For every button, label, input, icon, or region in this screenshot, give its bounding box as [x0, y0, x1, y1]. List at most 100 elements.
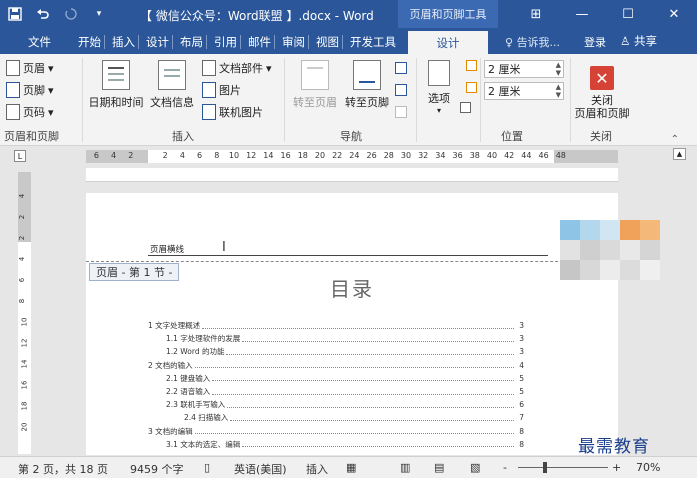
ruler-tick-label: 26 — [366, 151, 377, 160]
insert-alignment-tab-icon[interactable] — [460, 102, 471, 113]
read-mode-icon[interactable]: ▥ — [400, 461, 410, 474]
vertical-scrollbar[interactable]: ▲ — [672, 146, 687, 456]
minimize-button[interactable]: — — [559, 0, 605, 28]
web-layout-icon[interactable]: ▧ — [470, 461, 480, 474]
zoom-slider[interactable] — [518, 467, 608, 468]
scroll-up-arrow-icon[interactable]: ▲ — [673, 148, 686, 160]
close-header-footer-icon[interactable]: ✕ — [590, 66, 614, 90]
page-number-label: 页码 — [23, 106, 45, 119]
header-text[interactable]: 页眉横线 — [150, 243, 184, 255]
toc-leader-dots — [226, 349, 514, 355]
tab-file[interactable]: 文件 — [28, 32, 51, 52]
header-distance-input[interactable]: 2 厘米 ▲ ▼ — [484, 60, 564, 78]
doc-info-button[interactable]: 文档信息 — [148, 60, 196, 110]
tab-developer[interactable]: 开发工具 — [350, 32, 396, 52]
ruler-tick-label: 4 — [179, 151, 185, 160]
toc-entry[interactable]: 1.2 Word 的功能 3 — [148, 345, 524, 358]
toc-entry[interactable]: 2.2 语音输入 5 — [148, 385, 524, 398]
spin-arrows-icon[interactable]: ▲ ▼ — [556, 61, 561, 77]
toc-entry[interactable]: 1.1 字处理软件的发展 3 — [148, 332, 524, 345]
quick-parts-icon — [202, 60, 216, 76]
tab-hf-design[interactable]: 设计 — [408, 31, 488, 54]
date-time-button[interactable]: 日期和时间 — [86, 60, 146, 110]
goto-header-button[interactable]: 转至页眉 — [290, 60, 340, 110]
tab-selector-icon[interactable]: L — [14, 150, 26, 162]
print-layout-icon[interactable]: ▤ — [434, 461, 444, 474]
toc-entry-text: 1 文字处理概述 — [148, 321, 201, 331]
picture-icon — [202, 82, 216, 98]
toc-entry-text: 2.2 语音输入 — [166, 387, 211, 397]
toc-page-number: 4 — [519, 360, 524, 370]
online-pictures-button[interactable]: 联机图片 — [202, 104, 263, 120]
customize-qat-icon[interactable]: ▾ — [90, 5, 108, 23]
undo-icon[interactable] — [34, 5, 52, 23]
quick-parts-button[interactable]: 文档部件 ▾ — [202, 60, 272, 76]
link-to-previous-icon[interactable] — [395, 106, 407, 118]
language-indicator[interactable]: 英语(美国) — [234, 461, 287, 477]
group-divider — [480, 58, 481, 142]
next-section-icon[interactable] — [395, 84, 407, 96]
document-page[interactable]: 页眉横线 I 页眉 - 第 1 节 - 目录 1 文字处理概述 3 1.1 字处理软… — [86, 193, 618, 455]
toc-entry[interactable]: 3.1 文本的选定、编辑 8 — [148, 438, 524, 451]
ruler-tick-label: 36 — [452, 151, 463, 160]
vertical-ruler[interactable]: 4 2 2 4 6 8 10 12 14 16 18 20 — [18, 172, 31, 454]
toc-entry[interactable]: 2.4 扫描输入 7 — [148, 411, 524, 424]
toc-entry[interactable]: 2.1 键盘输入 5 — [148, 372, 524, 385]
toc-entry[interactable]: 2.3 联机手写输入 6 — [148, 398, 524, 411]
group-label-header-footer: 页眉和页脚 — [4, 130, 59, 143]
ruler-tick-label: 12 — [246, 151, 257, 160]
goto-footer-label: 转至页脚 — [345, 96, 389, 109]
tab-review[interactable]: 审阅 — [282, 32, 309, 52]
toc-page-number: 7 — [519, 413, 524, 423]
tab-references[interactable]: 引用 — [214, 32, 241, 52]
goto-header-icon — [301, 60, 329, 90]
redo-icon[interactable] — [62, 5, 80, 23]
ribbon-display-options-icon[interactable]: ⊞ — [513, 0, 559, 28]
word-count[interactable]: 9459 个字 — [130, 461, 184, 477]
login-link[interactable]: 登录 — [584, 34, 606, 50]
proofing-icon[interactable]: ▯ — [204, 461, 210, 474]
previous-section-icon[interactable] — [395, 62, 407, 74]
vruler-tick-label: 14 — [20, 359, 29, 369]
toc-page-number: 5 — [519, 387, 524, 397]
tab-view[interactable]: 视图 — [316, 32, 343, 52]
header-dropdown[interactable]: 页眉 ▾ — [6, 60, 54, 76]
close-window-button[interactable]: ✕ — [651, 0, 697, 28]
goto-footer-button[interactable]: 转至页脚 — [342, 60, 392, 110]
share-button[interactable]: ♙ 共享 — [620, 33, 657, 49]
toc-leader-dots — [242, 336, 514, 342]
tab-mailings[interactable]: 邮件 — [248, 32, 275, 52]
toc-leader-dots — [242, 441, 514, 448]
horizontal-ruler[interactable]: 6 4 2 2 4 6 8 10 12 14 16 18 20 22 24 26 28 30 32 34 36 38 40 4… — [86, 150, 618, 163]
footer-dropdown[interactable]: 页脚 ▾ — [6, 82, 54, 98]
spin-arrows-icon[interactable]: ▲ ▼ — [556, 83, 561, 99]
tab-layout[interactable]: 布局 — [180, 32, 207, 52]
pictures-button[interactable]: 图片 — [202, 82, 241, 98]
zoom-in-button[interactable]: + — [612, 461, 621, 474]
toc-entry[interactable]: 1 文字处理概述 3 — [148, 319, 524, 332]
toc-page-number: 3 — [519, 334, 524, 344]
insert-mode[interactable]: 插入 — [306, 461, 328, 477]
toc-entry[interactable]: 2 文档的输入 4 — [148, 359, 524, 372]
maximize-button[interactable]: ☐ — [605, 0, 651, 28]
zoom-out-button[interactable]: - — [503, 461, 507, 474]
footer-label: 页脚 — [23, 84, 45, 97]
zoom-level[interactable]: 70% — [636, 461, 660, 474]
group-divider — [284, 58, 285, 142]
calendar-icon — [102, 60, 130, 90]
toc-entry-text: 2.1 键盘输入 — [166, 373, 211, 383]
toc-entry[interactable]: 3 文档的编辑 8 — [148, 425, 524, 438]
macro-record-icon[interactable]: ▦ — [346, 461, 356, 474]
page-number-dropdown[interactable]: 页码 ▾ — [6, 104, 54, 120]
tab-home[interactable]: 开始 — [78, 32, 105, 52]
tab-design[interactable]: 设计 — [146, 32, 173, 52]
close-header-footer-button[interactable]: 关闭 页眉和页脚 — [570, 94, 634, 120]
page-count[interactable]: 第 2 页，共 18 页 — [18, 461, 108, 477]
save-icon[interactable] — [6, 5, 24, 23]
tell-me-search[interactable]: ♀ 告诉我... — [505, 34, 560, 50]
collapse-ribbon-icon[interactable]: ⌃ — [671, 134, 679, 145]
tab-insert[interactable]: 插入 — [112, 32, 139, 52]
footer-distance-input[interactable]: 2 厘米 ▲ ▼ — [484, 82, 564, 100]
options-button[interactable]: 选项 ▾ — [424, 60, 454, 115]
zoom-slider-thumb[interactable] — [543, 462, 547, 473]
